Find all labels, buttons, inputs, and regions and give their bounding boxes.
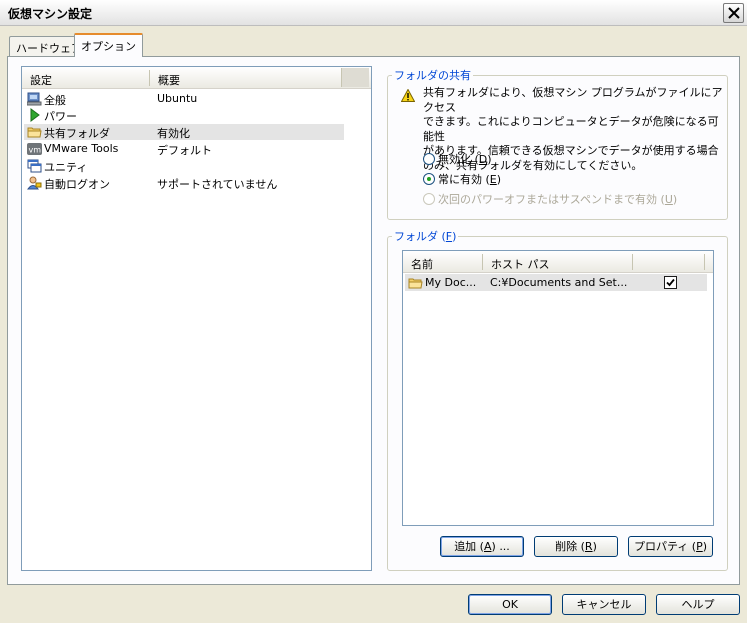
settings-item-name: VMware Tools — [44, 142, 119, 155]
ok-button[interactable]: OK — [468, 594, 552, 615]
remove-folder-key: R — [584, 540, 593, 553]
help-label: ヘルプ — [681, 598, 715, 611]
cancel-label: キャンセル — [576, 598, 632, 611]
settings-item-summary: サポートされていません — [157, 178, 278, 191]
warning-icon — [401, 89, 415, 102]
radio-disable[interactable]: 無効化 (D) — [423, 151, 492, 167]
settings-item-power[interactable]: パワー — [24, 107, 344, 123]
column-separator[interactable] — [482, 254, 483, 270]
column-header-summary[interactable]: 概要 — [158, 72, 180, 88]
settings-item-name: 全般 — [44, 94, 66, 107]
svg-text:vm: vm — [29, 146, 42, 155]
add-folder-suffix: ... — [499, 540, 510, 553]
folder-row[interactable]: My Doc... C:¥Documents and Set... — [405, 274, 707, 291]
radio-always-enable-key: E — [489, 173, 497, 186]
ok-label: OK — [502, 598, 518, 611]
column-header-name[interactable]: 名前 — [411, 256, 433, 272]
remove-folder-label: 削除 — [555, 540, 578, 553]
folder-sharing-legend: フォルダの共有 — [394, 69, 471, 82]
folder-properties-key: P — [696, 540, 703, 553]
add-folder-key: A — [483, 540, 492, 553]
tab-options-label: オプション — [81, 40, 136, 53]
radio-until-poweroff: 次回のパワーオフまたはサスペンドまで有効 (U) — [423, 191, 677, 207]
settings-item-vmware-tools[interactable]: vm VMware Tools デフォルト — [24, 141, 344, 157]
settings-item-name: パワー — [44, 110, 77, 123]
settings-item-summary: 有効化 — [157, 127, 190, 140]
power-play-icon — [30, 108, 40, 122]
folders-legend-text: フォルダ — [394, 230, 438, 243]
column-header-host-path[interactable]: ホスト パス — [491, 256, 550, 272]
settings-item-summary: デフォルト — [157, 144, 212, 157]
folder-icon — [27, 127, 42, 138]
settings-item-general[interactable]: 全般 Ubuntu — [24, 91, 344, 107]
unity-window-icon — [27, 159, 42, 173]
tab-options[interactable]: オプション — [74, 33, 143, 57]
user-logon-icon — [27, 176, 42, 190]
column-separator[interactable] — [149, 70, 150, 86]
settings-list-header: 設定 概要 — [22, 67, 371, 89]
folder-properties-label: プロパティ — [633, 540, 689, 553]
folder-list-header: 名前 ホスト パス — [403, 251, 713, 273]
window-title: 仮想マシン設定 — [8, 7, 93, 21]
folder-name: My Doc... — [425, 276, 477, 289]
radio-disable-label: 無効化 — [438, 153, 471, 166]
folder-host-path: C:¥Documents and Set... — [490, 276, 628, 289]
folder-enabled-checkbox[interactable] — [664, 276, 677, 289]
folders-legend: フォルダ (F) — [394, 230, 457, 243]
settings-item-autologon[interactable]: 自動ログオン サポートされていません — [24, 175, 344, 191]
checkmark-icon — [666, 278, 675, 287]
column-header-setting[interactable]: 設定 — [30, 72, 52, 88]
title-bar: 仮想マシン設定 — [0, 0, 747, 26]
folder-list[interactable]: 名前 ホスト パス My Doc... C:¥Documents and Set… — [402, 250, 714, 526]
radio-always-enable[interactable]: 常に有効 (E) — [423, 171, 501, 187]
settings-item-unity[interactable]: ユニティ — [24, 158, 344, 174]
radio-always-enable-label: 常に有効 — [438, 173, 482, 186]
warning-line: できます。これによりコンピュータとデータが危険になる可能性 — [423, 115, 719, 143]
close-icon — [728, 7, 740, 19]
radio-until-poweroff-label: 次回のパワーオフまたはサスペンドまで有効 — [438, 193, 658, 206]
settings-item-name: 自動ログオン — [44, 178, 110, 191]
radio-disable-dot[interactable] — [423, 153, 435, 165]
radio-always-enable-dot[interactable] — [423, 173, 435, 185]
add-folder-label: 追加 — [454, 540, 477, 553]
cancel-button[interactable]: キャンセル — [562, 594, 646, 615]
radio-disable-key: D — [478, 153, 488, 166]
folders-legend-key: F — [445, 230, 453, 243]
settings-item-name: ユニティ — [44, 161, 88, 174]
warning-line: 共有フォルダにより、仮想マシン プログラムがファイルにアクセス — [423, 86, 723, 114]
column-separator[interactable] — [632, 254, 633, 270]
add-folder-button[interactable]: 追加 (A) ... — [440, 536, 524, 557]
settings-item-shared-folders[interactable]: 共有フォルダ 有効化 — [24, 124, 344, 140]
help-button[interactable]: ヘルプ — [656, 594, 740, 615]
settings-list[interactable]: 設定 概要 全般 Ubuntu パワー 共有フォルダ 有効化 vm VMware… — [21, 66, 372, 571]
settings-item-name: 共有フォルダ — [44, 127, 110, 140]
tab-hardware-label: ハードウェア — [16, 42, 82, 55]
column-header-filler — [341, 68, 369, 87]
remove-folder-button[interactable]: 削除 (R) — [534, 536, 618, 557]
radio-until-poweroff-dot — [423, 193, 435, 205]
folder-properties-button[interactable]: プロパティ (P) — [628, 536, 713, 557]
radio-until-poweroff-key: U — [664, 193, 673, 206]
vmware-tools-icon: vm — [27, 143, 42, 155]
folder-icon — [408, 278, 423, 289]
close-button[interactable] — [723, 3, 744, 23]
column-separator[interactable] — [704, 254, 705, 270]
settings-item-summary: Ubuntu — [157, 92, 198, 105]
general-computer-icon — [27, 92, 42, 106]
